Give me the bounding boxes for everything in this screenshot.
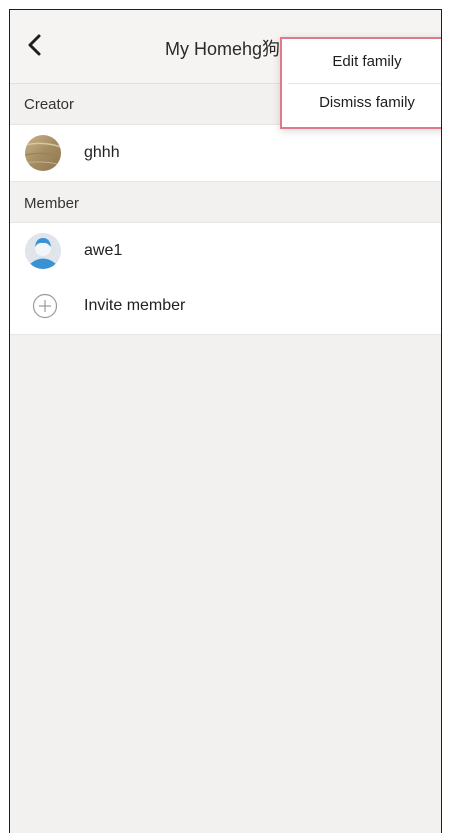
default-user-avatar-icon <box>25 233 61 269</box>
page-title: My Homehg狗 <box>165 39 281 59</box>
creator-row[interactable]: ghhh <box>10 124 441 182</box>
creator-section-label: Creator <box>24 96 75 113</box>
app-screen: My Homehg狗 Creator ghhh Member awe1 Invi… <box>9 9 442 833</box>
invite-member-label: Invite member <box>84 297 186 314</box>
member-section-label: Member <box>24 195 80 212</box>
member-name: awe1 <box>84 242 123 259</box>
back-button[interactable] <box>20 30 50 60</box>
creator-avatar <box>25 135 61 171</box>
options-menu: Edit family Dismiss family <box>280 37 441 129</box>
dismiss-family-menu-item[interactable]: Dismiss family <box>282 94 441 111</box>
chevron-left-icon <box>28 34 41 56</box>
edit-family-menu-item[interactable]: Edit family <box>282 53 441 70</box>
menu-divider <box>288 83 441 84</box>
creator-name: ghhh <box>84 144 120 161</box>
invite-member-row[interactable]: Invite member <box>10 278 441 335</box>
member-row[interactable]: awe1 <box>10 222 441 280</box>
plus-circle-icon <box>32 293 58 319</box>
